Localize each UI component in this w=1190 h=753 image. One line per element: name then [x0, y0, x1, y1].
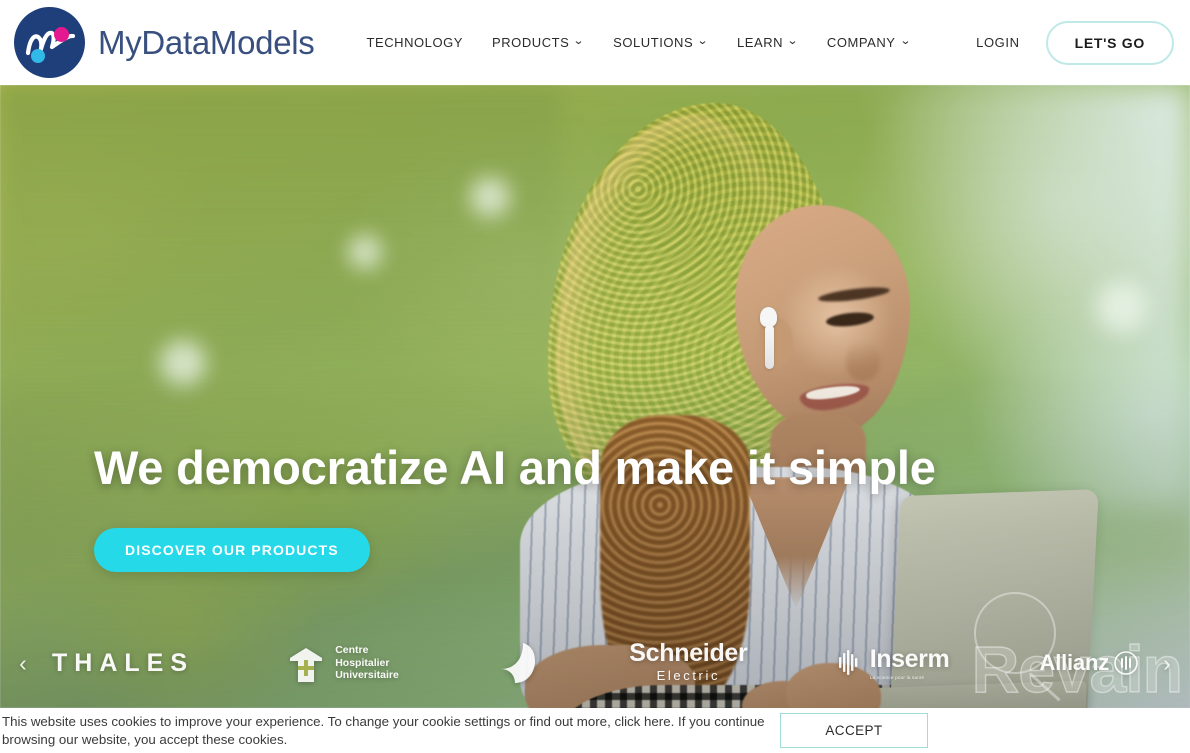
cookie-message: This website uses cookies to improve you… [2, 713, 765, 747]
logo-centre-hospitalier-universitaire[interactable]: Centre Hospitalier Universitaire [284, 642, 399, 684]
lets-go-button[interactable]: LET'S GO [1045, 20, 1174, 65]
nav-label: COMPANY [826, 35, 896, 50]
subject-nose [846, 341, 880, 381]
nav-item-company[interactable]: COMPANY ⌄ [826, 35, 912, 50]
logo-schneider-electric[interactable]: Schneider Electric [629, 638, 748, 686]
nav-item-technology[interactable]: TECHNOLOGY [366, 35, 463, 50]
allianz-bars-icon [1114, 651, 1138, 675]
hero-photo-subject [0, 85, 1190, 708]
cookie-consent-bar: This website uses cookies to improve you… [0, 708, 1190, 753]
carousel-prev-arrow-icon[interactable]: ‹ [0, 651, 46, 675]
swirl-icon [501, 643, 536, 683]
brand-logo[interactable]: MyDataModels [14, 7, 315, 78]
logo-thales[interactable]: THALES [52, 649, 194, 678]
nav-label: PRODUCTS [492, 35, 570, 50]
chu-line-1: Centre [335, 644, 369, 657]
inserm-bars-icon [838, 650, 858, 675]
nav-label: TECHNOLOGY [366, 35, 463, 50]
chu-wordmark: Centre Hospitalier Universitaire [335, 644, 399, 681]
brand-name: MyDataModels [98, 23, 315, 61]
chevron-down-icon: ⌄ [696, 35, 710, 47]
logo-swoosh-icon [25, 30, 76, 56]
site-header: MyDataModels TECHNOLOGY PRODUCTS ⌄ SOLUT… [0, 0, 1190, 85]
cookie-accept-button[interactable]: ACCEPT [780, 713, 928, 748]
nav-label: LEARN [737, 35, 784, 50]
chu-line-2: Hospitalier [335, 656, 390, 669]
page-root: MyDataModels TECHNOLOGY PRODUCTS ⌄ SOLUT… [0, 0, 1190, 753]
mydatamodels-logo-icon [14, 7, 85, 78]
header-actions: LOGIN LET'S GO [976, 20, 1174, 65]
allianz-wordmark: Allianz [1039, 650, 1110, 675]
chevron-down-icon: ⌄ [786, 35, 800, 47]
hero-title: We democratize AI and make it simple [94, 441, 936, 494]
hospital-icon [290, 648, 323, 682]
thales-wordmark: THALES [52, 648, 194, 677]
nav-item-learn[interactable]: LEARN ⌄ [737, 35, 798, 50]
main-navigation: TECHNOLOGY PRODUCTS ⌄ SOLUTIONS ⌄ LEARN … [366, 35, 910, 50]
carousel-next-arrow-icon[interactable]: › [1144, 651, 1190, 675]
logo-swirl[interactable] [489, 639, 539, 687]
login-link[interactable]: LOGIN [976, 35, 1019, 50]
schneider-wordmark: Schneider [629, 638, 748, 667]
logo-dot-pink [54, 27, 69, 42]
inserm-tagline: La science pour la santé [869, 674, 925, 680]
nav-item-products[interactable]: PRODUCTS ⌄ [492, 35, 586, 50]
partner-logo-carousel: ‹ THALES Centre Hospitalier Universitair… [0, 618, 1190, 708]
logo-inserm[interactable]: Inserm La science pour la santé [838, 644, 950, 680]
discover-our-products-button[interactable]: DISCOVER OUR PRODUCTS [94, 528, 370, 572]
chu-line-3: Universitaire [335, 669, 399, 682]
chevron-down-icon: ⌄ [573, 35, 586, 47]
earbud-icon [760, 307, 777, 327]
nav-item-solutions[interactable]: SOLUTIONS ⌄ [613, 35, 708, 50]
inserm-wordmark: Inserm [869, 644, 950, 673]
logo-allianz[interactable]: Allianz [1040, 651, 1139, 675]
chevron-down-icon: ⌄ [899, 35, 912, 47]
logo-dot-cyan [31, 49, 45, 63]
hero-section: We democratize AI and make it simple DIS… [0, 85, 1190, 708]
nav-label: SOLUTIONS [613, 35, 694, 50]
carousel-track: THALES Centre Hospitalier Universitaire [46, 618, 1144, 708]
electric-wordmark: Electric [656, 667, 721, 683]
earbud-stem-icon [765, 325, 774, 369]
